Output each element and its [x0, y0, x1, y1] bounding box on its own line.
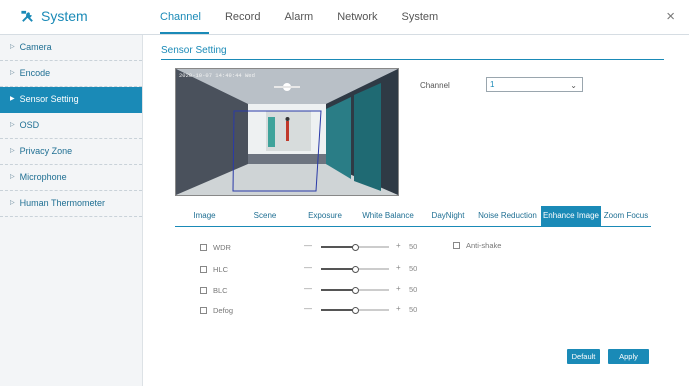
slider-increase-button[interactable]: +: [396, 284, 401, 293]
channel-label: Channel: [420, 81, 450, 90]
triangle-right-icon: ▷: [10, 70, 15, 76]
triangle-right-icon: ▷: [10, 200, 15, 206]
sidebar-item-privacy-zone[interactable]: ▷ Privacy Zone: [0, 139, 142, 165]
apply-button[interactable]: Apply: [608, 349, 649, 364]
slider-decrease-button[interactable]: —: [304, 284, 312, 293]
slider-handle[interactable]: [351, 286, 359, 294]
slider-increase-button[interactable]: +: [396, 304, 401, 313]
sidebar-item-label: Sensor Setting: [19, 94, 79, 104]
default-button[interactable]: Default: [567, 349, 600, 364]
setting-label: BLC: [213, 285, 228, 295]
top-bar: System Channel Record Alarm Network Syst…: [0, 0, 689, 35]
slider-fill: [321, 289, 355, 291]
tab-network[interactable]: Network: [325, 0, 389, 34]
sidebar-item-label: Privacy Zone: [19, 146, 73, 156]
subtab-enhance-image[interactable]: Enhance Image: [541, 206, 601, 226]
slider-value: 50: [409, 285, 418, 294]
slider-decrease-button[interactable]: —: [304, 241, 312, 250]
anti-shake-checkbox[interactable]: [453, 242, 460, 249]
setting-row: Defog: [200, 304, 303, 316]
setting-row: HLC: [200, 263, 303, 275]
app-title: System: [20, 8, 88, 24]
anti-shake-option: Anti-shake: [453, 241, 501, 250]
channel-select[interactable]: 1 ⌄: [486, 77, 583, 92]
triangle-right-icon: ▷: [10, 174, 15, 180]
setting-slider[interactable]: [321, 286, 389, 294]
sidebar-item-osd[interactable]: ▷ OSD: [0, 113, 142, 139]
setting-checkbox[interactable]: [200, 286, 207, 294]
slider-fill: [321, 246, 355, 248]
slider-value: 50: [409, 305, 418, 314]
sidebar-item-label: Human Thermometer: [19, 198, 105, 208]
sidebar-item-label: Encode: [19, 68, 51, 78]
sidebar-item-human-thermometer[interactable]: ▷ Human Thermometer: [0, 191, 142, 217]
camera-preview[interactable]: 2020-10-07 14:49:44 Wed: [175, 68, 399, 196]
slider-increase-button[interactable]: +: [396, 263, 401, 272]
section-title: Sensor Setting: [161, 45, 227, 56]
sidebar-item-label: OSD: [19, 120, 40, 130]
subtab-noise-reduction[interactable]: Noise Reduction: [474, 206, 541, 226]
setting-slider[interactable]: [321, 306, 389, 314]
slider-handle[interactable]: [351, 306, 359, 314]
subtab-zoom-focus[interactable]: Zoom Focus: [601, 206, 651, 226]
slider-handle[interactable]: [351, 265, 359, 273]
setting-checkbox[interactable]: [200, 306, 207, 314]
slider-fill: [321, 268, 355, 270]
tools-icon: [21, 10, 33, 22]
chevron-down-icon: ⌄: [570, 81, 577, 90]
setting-row: BLC: [200, 284, 303, 296]
top-tabs: Channel Record Alarm Network System: [160, 0, 450, 34]
setting-checkbox[interactable]: [200, 243, 207, 251]
subtab-exposure[interactable]: Exposure: [296, 206, 354, 226]
tab-alarm[interactable]: Alarm: [272, 0, 325, 34]
subtab-scene[interactable]: Scene: [234, 206, 296, 226]
anti-shake-label: Anti-shake: [466, 241, 502, 250]
sidebar-item-camera[interactable]: ▷ Camera: [0, 35, 142, 61]
camera-scene-image: [176, 69, 398, 195]
subtab-white-balance[interactable]: White Balance: [354, 206, 422, 226]
triangle-right-icon: ▷: [10, 44, 15, 50]
app-title-text: System: [41, 8, 88, 24]
triangle-right-icon: ▷: [10, 148, 15, 154]
section-divider: [161, 59, 664, 60]
sidebar-item-label: Camera: [19, 42, 52, 52]
setting-row: WDR: [200, 241, 303, 253]
close-icon[interactable]: ×: [666, 9, 675, 24]
channel-select-value: 1: [490, 80, 495, 89]
sidebar-item-microphone[interactable]: ▷ Microphone: [0, 165, 142, 191]
slider-increase-button[interactable]: +: [396, 241, 401, 250]
slider-decrease-button[interactable]: —: [304, 304, 312, 313]
setting-label: Defog: [213, 305, 234, 315]
sensor-subtabs: Image Scene Exposure White Balance DayNi…: [175, 206, 651, 227]
sidebar-item-sensor-setting[interactable]: ▶ Sensor Setting: [0, 87, 142, 113]
slider-value: 50: [409, 242, 418, 251]
setting-slider[interactable]: [321, 265, 389, 273]
subtab-image[interactable]: Image: [175, 206, 234, 226]
sidebar: ▷ Camera ▷ Encode ▶ Sensor Setting ▷ OSD ▷ Pr…: [0, 35, 143, 386]
tab-record[interactable]: Record: [213, 0, 272, 34]
setting-label: HLC: [213, 264, 229, 274]
triangle-right-icon: ▶: [10, 96, 15, 102]
setting-checkbox[interactable]: [200, 265, 207, 273]
tab-channel[interactable]: Channel: [160, 0, 213, 34]
sidebar-item-encode[interactable]: ▷ Encode: [0, 61, 142, 87]
preview-timestamp: 2020-10-07 14:49:44 Wed: [179, 72, 255, 79]
setting-label: WDR: [213, 242, 231, 252]
subtab-daynight[interactable]: DayNight: [422, 206, 474, 226]
setting-slider[interactable]: [321, 243, 389, 251]
slider-value: 50: [409, 264, 418, 273]
sidebar-item-label: Microphone: [19, 172, 67, 182]
slider-fill: [321, 309, 355, 311]
tab-system[interactable]: System: [390, 0, 451, 34]
slider-decrease-button[interactable]: —: [304, 263, 312, 272]
slider-handle[interactable]: [351, 243, 359, 251]
triangle-right-icon: ▷: [10, 122, 15, 128]
